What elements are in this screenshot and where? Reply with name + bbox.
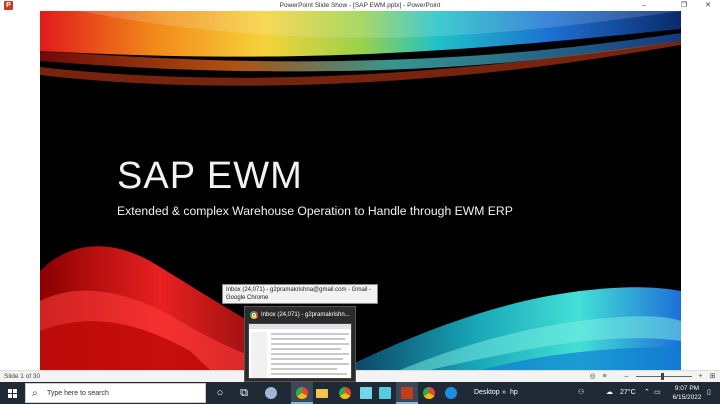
- task-view-icon[interactable]: ⧉: [233, 382, 255, 404]
- chrome-icon[interactable]: [418, 382, 440, 404]
- close-button[interactable]: ✕: [696, 0, 720, 11]
- taskbar-thumbnail-preview[interactable]: Inbox (24,071) - g2pramakrishn...: [244, 306, 356, 382]
- notification-icon[interactable]: ▯: [707, 388, 711, 398]
- taskbar: ⌕ Type here to search ○ ⧉ Desktop » hp ⚇…: [0, 382, 720, 404]
- weather-temperature[interactable]: 27°C: [620, 388, 636, 398]
- cloud-icon[interactable]: [260, 382, 282, 404]
- thumbnail-header: Inbox (24,071) - g2pramakrishn...: [248, 310, 354, 320]
- windows-logo-icon: [8, 389, 12, 393]
- clock-time: 9:07 PM: [674, 385, 700, 392]
- restore-button[interactable]: ❐: [672, 0, 696, 11]
- status-bar: Slide 1 of 30 ◎ ≡ – + ⊞: [0, 370, 720, 382]
- left-margin: [0, 11, 40, 370]
- slide-canvas[interactable]: SAP EWM Extended & complex Warehouse Ope…: [40, 11, 681, 370]
- zoom-slider-thumb[interactable]: [661, 373, 664, 380]
- tooltip: Inbox (24,071) - g2pramakrishna@gmail.co…: [222, 284, 378, 304]
- weather-icon[interactable]: ☁: [606, 388, 613, 398]
- hp-tray-label[interactable]: hp: [510, 388, 518, 398]
- photos-icon[interactable]: [374, 382, 396, 404]
- accessibility-icon[interactable]: ◎: [588, 373, 597, 381]
- thumbnail-image[interactable]: [248, 323, 352, 379]
- cortana-icon[interactable]: ○: [209, 382, 231, 404]
- tray-overflow-icon[interactable]: ⌃: [644, 388, 650, 398]
- start-button[interactable]: [0, 382, 24, 404]
- search-icon: ⌕: [32, 388, 38, 399]
- network-icon[interactable]: ▭: [654, 388, 661, 398]
- right-margin: [681, 11, 720, 370]
- slide-title: SAP EWM: [117, 155, 303, 197]
- powerpoint-icon[interactable]: [396, 382, 418, 404]
- slide-subtitle: Extended & complex Warehouse Operation t…: [117, 204, 513, 218]
- zoom-out-icon[interactable]: –: [622, 373, 631, 381]
- outlook-icon[interactable]: [440, 382, 462, 404]
- window-titlebar: P PowerPoint Slide Show - [SAP EWM.pptx]…: [0, 0, 720, 11]
- chrome-icon: [250, 311, 258, 319]
- chrome-icon[interactable]: [291, 382, 313, 404]
- zoom-in-icon[interactable]: +: [696, 373, 705, 381]
- slide-counter: Slide 1 of 30: [4, 373, 41, 380]
- thumbnail-title: Inbox (24,071) - g2pramakrishn...: [261, 312, 350, 318]
- clock-date: 6/15/2022: [672, 394, 702, 401]
- search-placeholder: Type here to search: [47, 390, 109, 397]
- tray-chevron-icon[interactable]: »: [502, 388, 506, 398]
- screen: P PowerPoint Slide Show - [SAP EWM.pptx]…: [0, 0, 720, 404]
- file-explorer-icon[interactable]: [311, 382, 333, 404]
- taskbar-search-box[interactable]: ⌕ Type here to search: [25, 383, 206, 403]
- fit-slide-icon[interactable]: ⊞: [708, 373, 717, 381]
- window-title: PowerPoint Slide Show - [SAP EWM.pptx] -…: [279, 2, 441, 9]
- chrome-icon[interactable]: [334, 382, 356, 404]
- zoom-slider[interactable]: [636, 376, 692, 377]
- people-icon[interactable]: ⚇: [578, 388, 584, 398]
- notes-icon[interactable]: ≡: [600, 373, 609, 381]
- desktop-toolbar[interactable]: Desktop: [474, 388, 500, 398]
- minimize-button[interactable]: –: [632, 0, 656, 11]
- system-clock[interactable]: 9:07 PM 6/15/2022: [670, 384, 704, 402]
